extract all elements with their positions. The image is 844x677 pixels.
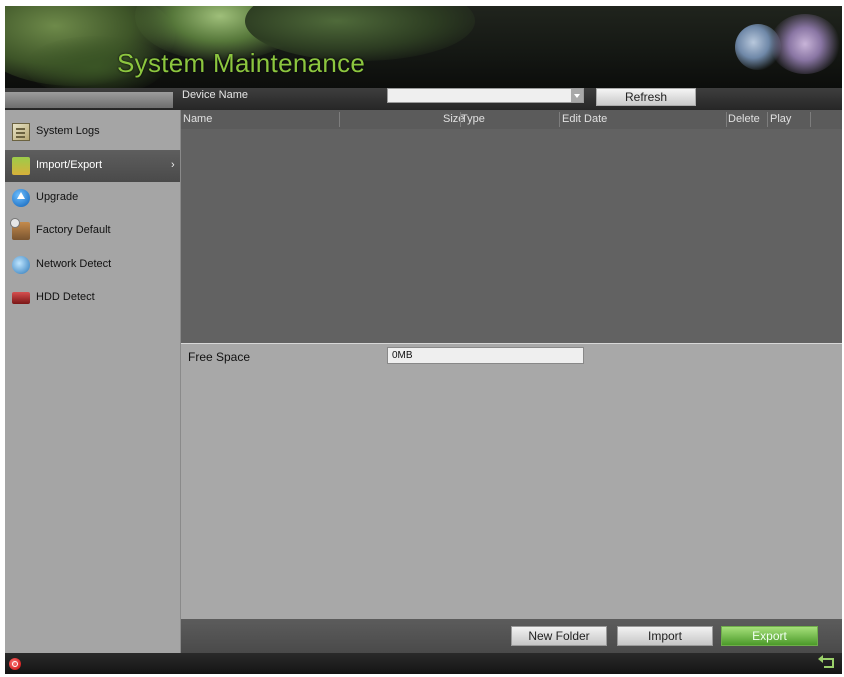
chevron-down-icon[interactable] xyxy=(571,89,583,102)
sidebar-item-hdd-detect[interactable]: HDD Detect xyxy=(5,282,180,314)
new-folder-button[interactable]: New Folder xyxy=(511,626,607,646)
app-window: System Maintenance Device Name Refresh S… xyxy=(5,6,842,674)
sidebar-item-import-export[interactable]: Import/Export › xyxy=(5,150,180,182)
sidebar-item-label: System Logs xyxy=(36,125,100,137)
record-indicator-icon xyxy=(9,658,21,670)
device-name-label: Device Name xyxy=(182,89,249,101)
sidebar-item-system-logs[interactable]: System Logs xyxy=(5,116,180,148)
hdd-icon xyxy=(12,292,30,304)
decorative-orb-icon xyxy=(770,14,840,74)
column-header-edit-date[interactable]: Edit Date xyxy=(562,113,607,125)
header-banner: System Maintenance xyxy=(5,6,842,88)
storage-panel xyxy=(181,343,842,620)
network-globe-icon xyxy=(12,256,30,274)
sidebar-header xyxy=(5,92,173,108)
sidebar-item-label: Upgrade xyxy=(36,191,79,203)
sidebar: System Logs Import/Export › Upgrade Fact… xyxy=(5,110,181,653)
sidebar-item-network-detect[interactable]: Network Detect xyxy=(5,249,180,281)
file-table-header: Name Size Type Edit Date Delete Play xyxy=(181,110,842,129)
import-button[interactable]: Import xyxy=(617,626,713,646)
factory-default-icon xyxy=(10,218,30,240)
sidebar-item-label: Import/Export xyxy=(36,159,103,171)
status-bar xyxy=(5,653,842,674)
sidebar-item-label: Factory Default xyxy=(36,224,111,236)
document-icon xyxy=(12,123,30,141)
sidebar-item-label: HDD Detect xyxy=(36,291,95,303)
column-header-name[interactable]: Name xyxy=(183,113,212,125)
sidebar-item-upgrade[interactable]: Upgrade xyxy=(5,182,180,214)
column-header-type[interactable]: Type xyxy=(461,113,485,125)
upgrade-arrow-icon xyxy=(12,189,30,207)
column-header-play[interactable]: Play xyxy=(770,113,791,125)
device-name-select[interactable] xyxy=(387,88,584,103)
free-space-label: Free Space xyxy=(188,350,251,364)
folder-icon xyxy=(12,157,30,175)
page-title: System Maintenance xyxy=(117,48,366,78)
file-table-body[interactable] xyxy=(181,129,842,343)
sidebar-item-factory-default[interactable]: Factory Default xyxy=(5,215,180,247)
free-space-field: 0MB xyxy=(387,347,584,364)
export-button[interactable]: Export xyxy=(721,626,818,646)
chevron-right-icon: › xyxy=(171,159,175,171)
column-header-delete[interactable]: Delete xyxy=(728,113,760,125)
sidebar-item-label: Network Detect xyxy=(36,258,112,270)
refresh-button[interactable]: Refresh xyxy=(596,88,696,106)
back-arrow-icon[interactable] xyxy=(816,654,838,672)
